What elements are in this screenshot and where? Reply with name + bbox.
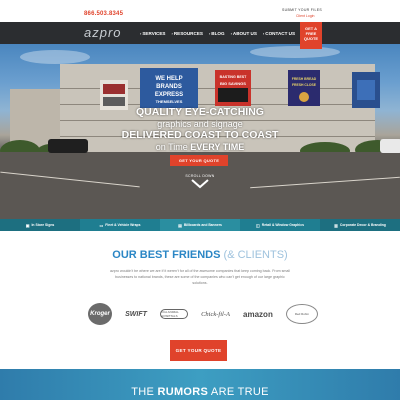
- swift-logo: SWIFT: [125, 310, 147, 318]
- nav-item-resources[interactable]: › RESOURCES: [172, 31, 203, 36]
- nav-item-blog[interactable]: › BLOG: [209, 31, 225, 36]
- billboard: [352, 72, 380, 108]
- building-icon: ▥: [334, 222, 338, 228]
- billboard: BASTING BEST BIG SAVINGS: [215, 70, 251, 106]
- billboard: WE HELP BRANDS EXPRESS THEMSELVES: [140, 68, 198, 108]
- tab-label: Corporate Decor & Branding: [339, 223, 386, 227]
- kroger-logo: Kroger: [88, 303, 112, 325]
- hero-banner: WE HELP BRANDS EXPRESS THEMSELVES BASTING B…: [0, 44, 400, 219]
- submit-files-link[interactable]: SUBMIT YOUR FILES: [282, 8, 322, 12]
- svg-text:BIG SAVINGS: BIG SAVINGS: [220, 81, 246, 86]
- hero-headline-4: on Time EVERY TIME: [0, 142, 400, 152]
- svg-text:THEMSELVES: THEMSELVES: [156, 99, 183, 104]
- get-quote-button[interactable]: GET YOUR QUOTE: [170, 340, 227, 361]
- client-login-link[interactable]: Client Login: [296, 14, 314, 18]
- hero-headline-2: graphics and signage: [157, 119, 243, 129]
- tab-billboards-banners[interactable]: ▤ Billboards and Banners: [160, 219, 240, 231]
- tab-label: Retail & Window Graphics: [261, 223, 304, 227]
- chick-fil-a-logo: Chick-fil-A: [201, 310, 230, 318]
- chevron-icon: ›: [140, 30, 142, 36]
- hero-quote-button[interactable]: GET YOUR QUOTE: [170, 155, 228, 166]
- hero-headline-4-bold: EVERY TIME: [190, 142, 245, 152]
- store-icon: ▣: [25, 222, 30, 228]
- best-friends-title-sub: (& CLIENTS): [220, 249, 288, 261]
- free-quote-tab[interactable]: GET A FREE QUOTE: [300, 22, 322, 49]
- tab-label: Billboards and Banners: [183, 223, 222, 227]
- chevron-down-icon[interactable]: [191, 179, 209, 189]
- red-robin-logo: Red Robin: [285, 304, 318, 324]
- azpro-logo[interactable]: azpro: [84, 25, 122, 40]
- tab-retail-window-graphics[interactable]: ◫ Retail & Window Graphics: [240, 219, 320, 231]
- main-nav: azpro › SERVICES › RESOURCES › BLOG › ABOUT …: [0, 22, 400, 44]
- scroll-down-label[interactable]: SCROLL DOWN: [0, 174, 400, 178]
- chevron-icon: ›: [208, 30, 211, 36]
- service-tabs: ▣ In Store Signs ▭ Fleet & Vehicle Wraps ▤…: [0, 219, 400, 231]
- hero-headline-1: QUALITY EYE-CATCHING: [136, 106, 264, 118]
- billboard: FRESH BREAD FRESH CLOSE: [288, 70, 320, 106]
- billboard-graphic: BASTING BEST BIG SAVINGS: [215, 70, 251, 106]
- svg-text:WE HELP: WE HELP: [155, 76, 182, 82]
- nav-item-label: BLOG: [211, 30, 225, 36]
- top-bar: 866.503.8345 SUBMIT YOUR FILES Client Lo…: [0, 0, 400, 22]
- phone-number[interactable]: 866.503.8345: [84, 11, 123, 17]
- nav-item-label: SERVICES: [142, 30, 166, 36]
- tab-label: Fleet & Vehicle Wraps: [105, 223, 141, 227]
- cloud: [20, 50, 90, 64]
- best-friends-title: OUR BEST FRIENDS (& CLIENTS): [0, 249, 400, 261]
- nav-item-about-us[interactable]: › ABOUT US: [231, 31, 257, 36]
- rumors-title-bold: RUMORS: [157, 386, 209, 398]
- cloud: [250, 46, 340, 58]
- svg-text:BRANDS: BRANDS: [156, 84, 182, 90]
- billboard-graphic: [352, 72, 380, 108]
- nav-item-label: CONTACT US: [265, 30, 296, 36]
- rumors-section: THE RUMORS ARE TRUE: [0, 369, 400, 400]
- billboard-graphic: FRESH BREAD FRESH CLOSE: [288, 70, 320, 106]
- nav-item-label: ABOUT US: [232, 30, 257, 36]
- chevron-icon: ›: [171, 30, 173, 36]
- svg-text:FRESH BREAD: FRESH BREAD: [292, 77, 317, 81]
- window-icon: ◫: [256, 222, 260, 228]
- tab-in-store-signs[interactable]: ▣ In Store Signs: [0, 219, 80, 231]
- hero-headline-3: DELIVERED COAST TO COAST: [121, 129, 279, 141]
- rumors-title-pre: THE: [131, 386, 158, 398]
- chevron-icon: ›: [230, 30, 232, 36]
- svg-text:EXPRESS: EXPRESS: [155, 92, 183, 98]
- chevron-icon: ›: [262, 30, 265, 36]
- nav-item-label: RESOURCES: [173, 30, 203, 36]
- client-logos: Kroger SWIFT VCA ANIMAL HOSPITALS Chick-…: [88, 303, 318, 325]
- amazon-logo: amazon: [243, 309, 273, 319]
- svg-text:BASTING BEST: BASTING BEST: [220, 75, 248, 79]
- best-friends-description: azpro wouldn't be where we are if it wer…: [110, 269, 290, 285]
- rumors-title: THE RUMORS ARE TRUE: [0, 386, 400, 398]
- nav-item-contact-us[interactable]: › CONTACT US: [263, 31, 295, 36]
- billboard-graphic: WE HELP BRANDS EXPRESSTHEMSELVES: [140, 68, 198, 108]
- best-friends-title-main: OUR BEST FRIENDS: [112, 249, 221, 261]
- svg-text:FRESH CLOSE: FRESH CLOSE: [292, 83, 317, 87]
- tab-fleet-vehicle-wraps[interactable]: ▭ Fleet & Vehicle Wraps: [80, 219, 160, 231]
- billboard-icon: ▤: [178, 222, 182, 228]
- rumors-title-post: ARE TRUE: [208, 386, 269, 398]
- truck-icon: ▭: [99, 222, 104, 228]
- nav-menu: › SERVICES › RESOURCES › BLOG › ABOUT US › CO…: [140, 22, 295, 44]
- vca-logo: VCA ANIMAL HOSPITALS: [159, 309, 188, 319]
- tab-corporate-decor[interactable]: ▥ Corporate Decor & Branding: [320, 219, 400, 231]
- tab-label: In Store Signs: [31, 223, 55, 227]
- free-quote-line: QUOTE: [303, 36, 319, 41]
- nav-item-services[interactable]: › SERVICES: [140, 31, 166, 36]
- hero-headline-4-pre: on Time: [155, 142, 191, 152]
